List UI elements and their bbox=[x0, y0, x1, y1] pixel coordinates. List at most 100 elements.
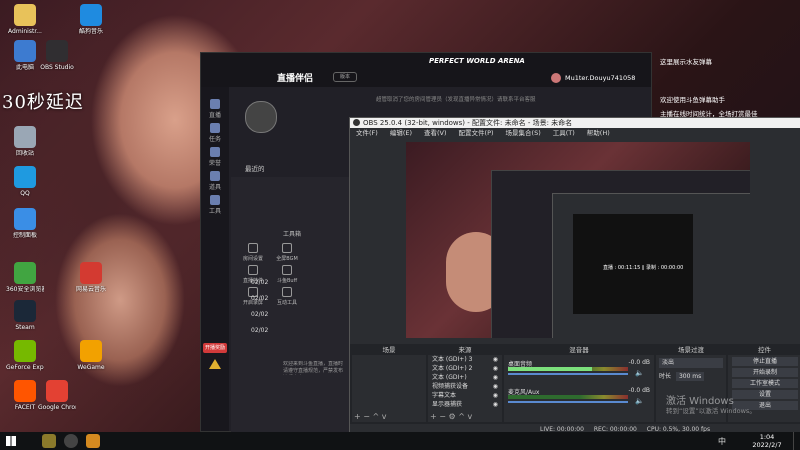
tool-item[interactable]: 斗鱼Buff bbox=[271, 265, 303, 284]
version-badge[interactable]: 版本 bbox=[333, 72, 357, 82]
desktop-icon-image bbox=[46, 380, 68, 402]
input-language[interactable]: 中 bbox=[718, 436, 726, 447]
douyu-nav-item[interactable]: 荣誉 bbox=[201, 147, 229, 169]
source-name: 文本 (GDI+) 2 bbox=[432, 365, 473, 372]
mixer-slider[interactable] bbox=[508, 401, 628, 403]
douyu-nav-icon bbox=[210, 147, 220, 157]
control-button[interactable]: 开始录制 bbox=[732, 368, 798, 377]
source-row[interactable]: 显示器捕获 ◉ bbox=[428, 400, 502, 409]
obs-menu-item[interactable]: 查看(V) bbox=[424, 129, 447, 137]
obs-menu-item[interactable]: 场景集合(S) bbox=[506, 129, 541, 137]
mixer-db: -0.0 dB bbox=[628, 359, 650, 366]
obs-title-text: OBS 25.0.4 (32-bit, windows) - 配置文件: 未命名… bbox=[363, 119, 573, 127]
source-row[interactable]: 文本 (GDI+) 3 ◉ bbox=[428, 355, 502, 364]
source-row[interactable]: 文本 (GDI+) ◉ bbox=[428, 373, 502, 382]
source-name: 视频捕获设备 bbox=[432, 383, 469, 390]
clock[interactable]: 1:04 2022/2/7 bbox=[746, 433, 788, 449]
desktop-icon-label: Google Chrome bbox=[38, 404, 76, 411]
streamer-avatar bbox=[245, 101, 277, 133]
desktop-icon[interactable]: Administr... bbox=[6, 4, 44, 35]
desktop-icon-label: WeGame bbox=[77, 364, 105, 371]
desktop-icon[interactable]: 控制面板 bbox=[6, 208, 44, 239]
desktop-icon[interactable]: 网易云音乐 bbox=[72, 262, 110, 293]
douyu-nav-item[interactable]: 道具 bbox=[201, 171, 229, 193]
control-button[interactable]: 工作室模式 bbox=[732, 379, 798, 388]
desktop-icon-label: QQ bbox=[20, 190, 30, 197]
user-name[interactable]: Mu1ter.Douyu741058 bbox=[565, 74, 635, 82]
douyu-nav-item[interactable]: 直播 bbox=[201, 99, 229, 121]
taskbar-douyu-icon[interactable] bbox=[86, 434, 100, 448]
windows-start-icon[interactable] bbox=[6, 436, 16, 446]
speaker-icon[interactable]: 🔈 bbox=[635, 369, 644, 377]
obs-menubar: 文件(F) 编辑(E) 查看(V) 配置文件(P) 场景集合(S) 工具(T) 帮助(H) bbox=[350, 128, 800, 139]
eye-icon[interactable]: ◉ bbox=[493, 373, 498, 382]
eye-icon[interactable]: ◉ bbox=[493, 382, 498, 391]
tool-label: 斗鱼Buff bbox=[276, 278, 298, 284]
chat-line: 这里展示水友弹幕 bbox=[660, 58, 712, 66]
obs-menu-item[interactable]: 配置文件(P) bbox=[459, 129, 494, 137]
desktop-icon[interactable]: QQ bbox=[6, 166, 44, 197]
gift-icon[interactable] bbox=[209, 359, 221, 369]
tool-item[interactable]: 房间设置 bbox=[237, 243, 269, 262]
douyu-sidebar: 直播任务 荣誉 道具 工具 开播奖励 bbox=[201, 87, 229, 431]
control-button[interactable]: 停止直播 bbox=[732, 357, 798, 366]
douyu-nav-icon bbox=[210, 171, 220, 181]
obs-menu-item[interactable]: 工具(T) bbox=[553, 129, 575, 137]
desktop-icon[interactable]: 回收站 bbox=[6, 126, 44, 157]
eye-icon[interactable]: ◉ bbox=[493, 391, 498, 400]
desktop-icon[interactable]: 360安全浏览器 bbox=[6, 262, 44, 293]
eye-icon[interactable]: ◉ bbox=[493, 400, 498, 409]
control-button[interactable]: 设置 bbox=[732, 390, 798, 399]
douyu-nav-item[interactable]: 任务 bbox=[201, 123, 229, 145]
desktop-icon-label: OBS Studio bbox=[40, 64, 74, 71]
show-desktop-button[interactable] bbox=[793, 432, 800, 450]
duration-label: 时长 bbox=[659, 373, 672, 380]
eye-icon[interactable]: ◉ bbox=[493, 364, 498, 373]
douyu-nav-label: 直播 bbox=[208, 112, 221, 119]
douyu-nav-icon bbox=[210, 195, 220, 205]
taskbar-app-icon[interactable] bbox=[42, 434, 56, 448]
douyu-nav-item[interactable]: 工具 bbox=[201, 195, 229, 217]
hint-text: 欢迎来到斗鱼直播，直播时请遵守直播规范，严禁发布违规内容 bbox=[283, 361, 343, 374]
obs-titlebar: OBS 25.0.4 (32-bit, windows) - 配置文件: 未命名… bbox=[350, 118, 800, 128]
preview-nested-obs: 直播 : 00:11:15 ∥ 录制 : 00:00:00 bbox=[552, 193, 750, 338]
transition-select[interactable]: 淡出 bbox=[659, 358, 723, 368]
obs-preview[interactable]: 直播 : 00:11:15 ∥ 录制 : 00:00:00 bbox=[406, 142, 750, 338]
desktop-icon-label: 网易云音乐 bbox=[75, 286, 106, 293]
obs-menu-item[interactable]: 文件(F) bbox=[356, 129, 378, 137]
duration-input[interactable]: 300 ms bbox=[675, 372, 705, 381]
promo-badge[interactable]: 开播奖励 bbox=[203, 343, 227, 353]
obs-menu-item[interactable]: 编辑(E) bbox=[390, 129, 412, 137]
douyu-nav-icon bbox=[210, 99, 220, 109]
eye-icon[interactable]: ◉ bbox=[493, 355, 498, 364]
desktop-icon-label: 酷狗音乐 bbox=[78, 28, 103, 35]
tool-item[interactable]: 全屏BGM bbox=[271, 243, 303, 262]
desktop-icon-image bbox=[80, 4, 102, 26]
scenes-toolbar[interactable]: + − ^ v bbox=[354, 412, 386, 421]
transition-header: 场景过渡 bbox=[656, 346, 726, 355]
tool-icon bbox=[282, 243, 292, 253]
sources-toolbar[interactable]: + − ⚙ ^ v bbox=[430, 412, 472, 421]
desktop-icon[interactable]: WeGame bbox=[72, 340, 110, 371]
desktop-icon[interactable]: 酷狗音乐 bbox=[72, 4, 110, 35]
desktop-icon-image bbox=[46, 40, 68, 62]
desktop-icon[interactable]: Google Chrome bbox=[38, 380, 76, 411]
mixer-db: -0.0 dB bbox=[628, 387, 650, 394]
preview-nested-status: 直播 : 00:11:15 ∥ 录制 : 00:00:00 bbox=[603, 265, 684, 271]
tool-label: 互动工具 bbox=[276, 300, 297, 306]
mixer-slider[interactable] bbox=[508, 373, 628, 375]
source-row[interactable]: 视频捕获设备 ◉ bbox=[428, 382, 502, 391]
desktop-icon-label: 控制面板 bbox=[12, 232, 37, 239]
obs-menu-item[interactable]: 帮助(H) bbox=[587, 129, 610, 137]
douyu-top-bar: PERFECT WORLD ARENA 直播伴侣 版本 Mu1ter.Douyu… bbox=[201, 53, 651, 103]
source-row[interactable]: 文本 (GDI+) 2 ◉ bbox=[428, 364, 502, 373]
desktop-icon[interactable]: OBS Studio bbox=[38, 40, 76, 71]
desktop-icon[interactable]: Steam bbox=[6, 300, 44, 331]
taskbar-obs-icon[interactable] bbox=[64, 434, 78, 448]
desktop-icon[interactable]: GeForce Experience bbox=[6, 340, 44, 371]
source-row[interactable]: 字幕文本 ◉ bbox=[428, 391, 502, 400]
tool-item[interactable]: 互动工具 bbox=[271, 287, 303, 306]
user-avatar[interactable] bbox=[551, 73, 561, 83]
sources-dock: 来源 文本 (GDI+) 3 ◉ 文本 (GDI+) 2 ◉ 文本 (GDI+) ◉ 视频捕… bbox=[428, 346, 502, 422]
speaker-icon[interactable]: 🔈 bbox=[635, 397, 644, 405]
